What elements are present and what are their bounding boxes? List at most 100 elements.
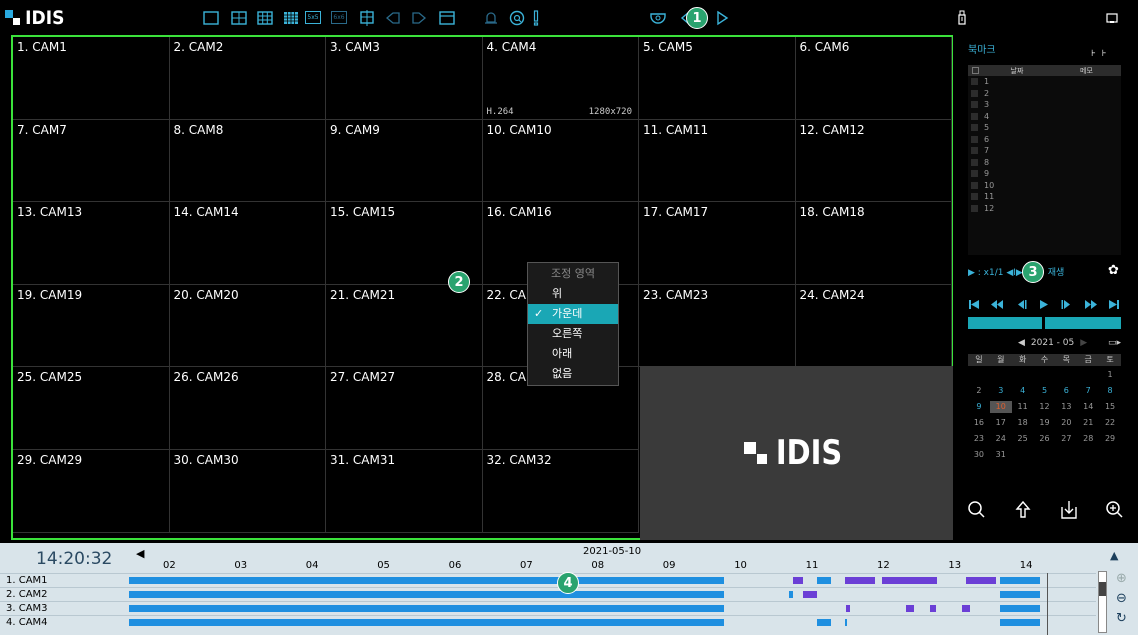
scroll-up-icon[interactable]: ▲: [1110, 549, 1118, 562]
recording-segment[interactable]: [793, 577, 803, 584]
timeline-channel-row[interactable]: 2. CAM2: [0, 587, 1096, 600]
timeline-playhead[interactable]: [1047, 573, 1048, 635]
layout-1x1-icon[interactable]: [201, 8, 221, 28]
recording-segment[interactable]: [129, 619, 724, 626]
layout-3x3-icon[interactable]: [255, 8, 275, 28]
bookmark-checkbox[interactable]: [971, 78, 978, 86]
bookmark-row[interactable]: 4: [968, 111, 1121, 123]
progress-thumb[interactable]: [1042, 317, 1045, 329]
fast-forward-icon[interactable]: [1084, 299, 1097, 310]
bookmark-checkbox[interactable]: [971, 158, 978, 166]
alert-icon[interactable]: [526, 8, 546, 28]
window-restore-icon[interactable]: [1102, 8, 1122, 28]
camera-tile[interactable]: 7. CAM7: [13, 119, 170, 203]
playback-progress-slider[interactable]: [968, 317, 1121, 329]
camera-tile[interactable]: 30. CAM30: [169, 450, 326, 533]
calendar-day[interactable]: 26: [1034, 433, 1056, 445]
calendar-day[interactable]: 28: [1077, 433, 1099, 445]
calendar-day[interactable]: 4: [1012, 385, 1034, 397]
recording-segment[interactable]: [789, 591, 793, 598]
camera-tile[interactable]: 3. CAM3: [326, 37, 483, 120]
calendar-day[interactable]: 29: [1099, 433, 1121, 445]
camera-tile[interactable]: 24. CAM24: [795, 284, 952, 368]
recording-segment[interactable]: [129, 605, 724, 612]
camera-tile[interactable]: 20. CAM20: [169, 284, 326, 368]
play-arrow-icon[interactable]: [712, 8, 732, 28]
menu-item-top[interactable]: 위: [528, 284, 618, 304]
recording-segment[interactable]: [1000, 619, 1040, 626]
recording-segment[interactable]: [906, 605, 914, 612]
layout-4x4-icon[interactable]: [281, 8, 301, 28]
refresh-timeline-icon[interactable]: ↻: [1116, 611, 1127, 626]
calendar-day[interactable]: 11: [1012, 401, 1034, 413]
bookmark-checkbox[interactable]: [971, 204, 978, 212]
calendar-day[interactable]: 21: [1077, 417, 1099, 429]
bookmark-checkbox[interactable]: [971, 181, 978, 189]
recording-segment[interactable]: [1000, 591, 1040, 598]
bookmark-row[interactable]: 11: [968, 191, 1121, 203]
camera-tile[interactable]: 12. CAM12: [795, 119, 952, 203]
window-icon[interactable]: [437, 8, 457, 28]
calendar-day[interactable]: 22: [1099, 417, 1121, 429]
step-back-icon[interactable]: [1015, 299, 1027, 310]
recording-segment[interactable]: [1000, 577, 1040, 584]
zoom-out-timeline-icon[interactable]: ⊖: [1116, 591, 1127, 606]
next-group-icon[interactable]: [409, 8, 429, 28]
prev-group-icon[interactable]: [383, 8, 403, 28]
bookmark-row[interactable]: 10: [968, 180, 1121, 192]
calendar-day[interactable]: 27: [1055, 433, 1077, 445]
calendar-day[interactable]: 14: [1077, 401, 1099, 413]
recording-segment[interactable]: [845, 577, 875, 584]
calendar-day[interactable]: 12: [1034, 401, 1056, 413]
export-icon[interactable]: [1012, 499, 1034, 521]
calendar-day[interactable]: 25: [1012, 433, 1034, 445]
calendar-day[interactable]: 17: [990, 417, 1012, 429]
skip-start-icon[interactable]: [968, 299, 980, 310]
alarm-bell-icon[interactable]: [481, 8, 501, 28]
camera-tile[interactable]: 19. CAM19: [13, 284, 170, 368]
calendar-day[interactable]: 6: [1055, 385, 1077, 397]
recording-segment[interactable]: [846, 605, 850, 612]
fast-rewind-icon[interactable]: [991, 299, 1004, 310]
calendar-day[interactable]: 5: [1034, 385, 1056, 397]
layout-2x2-icon[interactable]: [229, 8, 249, 28]
recording-segment[interactable]: [803, 591, 817, 598]
bookmark-row[interactable]: 6: [968, 134, 1121, 146]
menu-item-none[interactable]: 없음: [528, 364, 618, 384]
bookmark-row[interactable]: 2: [968, 88, 1121, 100]
menu-item-bottom[interactable]: 아래: [528, 344, 618, 364]
bookmark-checkbox[interactable]: [971, 147, 978, 155]
menu-item-center[interactable]: ✓ 가운데: [528, 304, 618, 324]
layout-custom-icon[interactable]: [357, 8, 377, 28]
bookmark-checkbox[interactable]: [971, 124, 978, 132]
layout-6x6-icon[interactable]: 6x6: [331, 11, 347, 24]
calendar-day[interactable]: 15: [1099, 401, 1121, 413]
camera-tile[interactable]: 1. CAM1: [13, 37, 170, 120]
select-all-checkbox[interactable]: [971, 67, 979, 74]
usb-icon[interactable]: [952, 8, 972, 28]
skip-end-icon[interactable]: [1108, 299, 1120, 310]
recording-segment[interactable]: [129, 591, 724, 598]
camera-tile[interactable]: 5. CAM5: [639, 37, 796, 120]
recording-segment[interactable]: [882, 577, 937, 584]
timeline-scrollbar[interactable]: [1098, 571, 1107, 633]
camera-tile[interactable]: 2. CAM2: [169, 37, 326, 120]
camera-tile[interactable]: 4. CAM4 H.264 1280x720: [482, 37, 639, 120]
camera-tile[interactable]: 27. CAM27: [326, 367, 483, 450]
bookmark-checkbox[interactable]: [971, 89, 978, 97]
next-month-icon[interactable]: ▶: [1080, 338, 1087, 348]
timeline-prev-icon[interactable]: ◀: [136, 547, 144, 560]
timeline-channel-row[interactable]: 3. CAM3: [0, 601, 1096, 614]
rotate-search-icon[interactable]: [507, 8, 527, 28]
bookmark-checkbox[interactable]: [971, 101, 978, 109]
camera-tile[interactable]: 10. CAM10: [482, 119, 639, 203]
camera-tile[interactable]: 13. CAM13: [13, 202, 170, 285]
calendar-day[interactable]: 13: [1055, 401, 1077, 413]
calendar-mode-icon[interactable]: ▭▸: [1108, 338, 1121, 348]
calendar-day[interactable]: 19: [1034, 417, 1056, 429]
calendar-day[interactable]: 30: [968, 449, 990, 461]
camera-tile[interactable]: 23. CAM23: [639, 284, 796, 368]
bookmark-checkbox[interactable]: [971, 170, 978, 178]
calendar-day[interactable]: 18: [1012, 417, 1034, 429]
layout-5x5-icon[interactable]: 5x5: [305, 11, 321, 24]
